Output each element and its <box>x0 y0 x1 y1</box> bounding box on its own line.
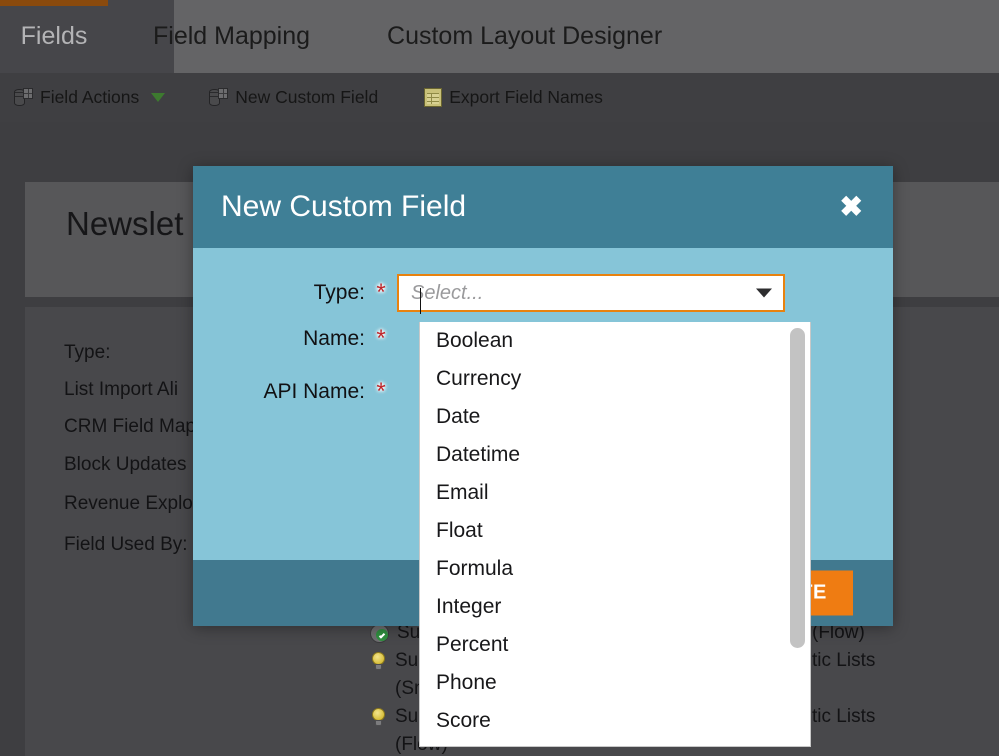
type-option-label: Percent <box>436 633 509 656</box>
database-icon <box>14 88 33 107</box>
tab-custom-layout-designer[interactable]: Custom Layout Designer <box>365 0 684 73</box>
type-option-label: Formula <box>436 557 514 580</box>
type-select-option-list: Boolean Currency Date Datetime Email Float For… <box>420 322 810 740</box>
chevron-down-icon[interactable] <box>756 288 772 298</box>
type-option-label: Integer <box>436 595 502 618</box>
required-asterisk: * <box>376 279 386 306</box>
type-option-label: Score <box>436 709 491 732</box>
toolbar-field-actions-label: Field Actions <box>40 87 140 107</box>
toolbar-new-custom-field-label: New Custom Field <box>235 87 379 107</box>
tab-list: Fields Field Mapping Custom Layout Desig… <box>0 0 684 73</box>
list-item-source: tic Lists <box>812 706 876 727</box>
type-option-currency[interactable]: Currency <box>420 360 810 398</box>
form-row-api-name: API Name: * <box>215 380 397 404</box>
type-option-label: Datetime <box>436 443 521 466</box>
list-item-label: Su <box>395 706 419 727</box>
type-option-datetime[interactable]: Datetime <box>420 436 810 474</box>
required-asterisk: * <box>376 325 386 352</box>
toolbar-field-actions[interactable]: Field Actions <box>14 87 166 108</box>
type-option-label: Currency <box>436 367 522 390</box>
type-option-phone[interactable]: Phone <box>420 664 810 702</box>
lightbulb-icon <box>370 707 387 727</box>
list-item: Su <box>370 706 418 728</box>
tab-field-mapping[interactable]: Field Mapping <box>131 0 332 73</box>
type-option-label: Float <box>436 519 483 542</box>
close-icon[interactable]: ✖ <box>840 193 863 221</box>
detail-label-block-updates: Block Updates <box>64 454 187 475</box>
detail-label-revenue-explorer: Revenue Explo <box>64 493 193 514</box>
type-option-label: Boolean <box>436 329 514 352</box>
page-title: Newslet <box>66 205 184 242</box>
toolbar-export-field-names[interactable]: Export Field Names <box>424 87 603 108</box>
type-label: Type: <box>313 281 365 304</box>
detail-label-field-used-by: Field Used By: <box>64 534 188 555</box>
database-icon <box>209 88 229 107</box>
type-option-date[interactable]: Date <box>420 398 810 436</box>
list-item-label: Su <box>395 650 419 671</box>
detail-label-list-import-alias: List Import Ali <box>64 379 179 400</box>
list-item: Su <box>370 650 418 672</box>
type-option-float[interactable]: Float <box>420 512 810 550</box>
text-cursor <box>420 287 421 314</box>
app-root: Fields Field Mapping Custom Layout Desig… <box>0 0 999 756</box>
type-select[interactable]: Select... <box>397 274 785 314</box>
modal-title: New Custom Field <box>221 190 467 223</box>
type-select-placeholder: Select... <box>411 282 483 314</box>
modal-header: New Custom Field ✖ <box>193 166 893 248</box>
toolbar: Field Actions New Custom Field Export Fi… <box>0 73 999 122</box>
type-option-score[interactable]: Score <box>420 702 810 740</box>
tab-fields-label: Fields <box>20 22 88 50</box>
type-option-label: Date <box>436 405 481 428</box>
form-row-type: Type: * Select... <box>215 274 785 314</box>
check-circle-icon <box>370 623 389 643</box>
type-select-dropdown[interactable]: Boolean Currency Date Datetime Email Float For… <box>419 322 811 747</box>
tab-strip: Fields Field Mapping Custom Layout Desig… <box>0 0 999 73</box>
type-option-formula[interactable]: Formula <box>420 550 810 588</box>
list-item-source: tic Lists <box>812 650 876 671</box>
lightbulb-icon <box>370 651 387 671</box>
api-name-label: API Name: <box>263 380 365 403</box>
detail-label-type: Type: <box>64 342 111 363</box>
type-option-label: Phone <box>436 671 497 694</box>
detail-label-crm-field-mapping: CRM Field Map <box>64 416 196 437</box>
type-option-email[interactable]: Email <box>420 474 810 512</box>
tab-fields[interactable]: Fields <box>0 0 108 73</box>
dropdown-scrollbar[interactable] <box>790 324 808 744</box>
chevron-down-icon[interactable] <box>151 93 166 102</box>
required-asterisk: * <box>376 378 386 405</box>
name-label: Name: <box>303 327 365 350</box>
toolbar-new-custom-field[interactable]: New Custom Field <box>209 87 378 108</box>
dropdown-scrollbar-thumb[interactable] <box>790 328 805 648</box>
tab-custom-layout-designer-label: Custom Layout Designer <box>387 22 663 50</box>
type-option-label: Email <box>436 481 489 504</box>
type-option-percent[interactable]: Percent <box>420 626 810 664</box>
type-option-boolean[interactable]: Boolean <box>420 322 810 360</box>
spreadsheet-export-icon <box>424 88 443 107</box>
toolbar-export-field-names-label: Export Field Names <box>449 87 603 107</box>
form-row-name: Name: * <box>215 327 397 351</box>
tab-field-mapping-label: Field Mapping <box>153 22 311 50</box>
type-option-integer[interactable]: Integer <box>420 588 810 626</box>
